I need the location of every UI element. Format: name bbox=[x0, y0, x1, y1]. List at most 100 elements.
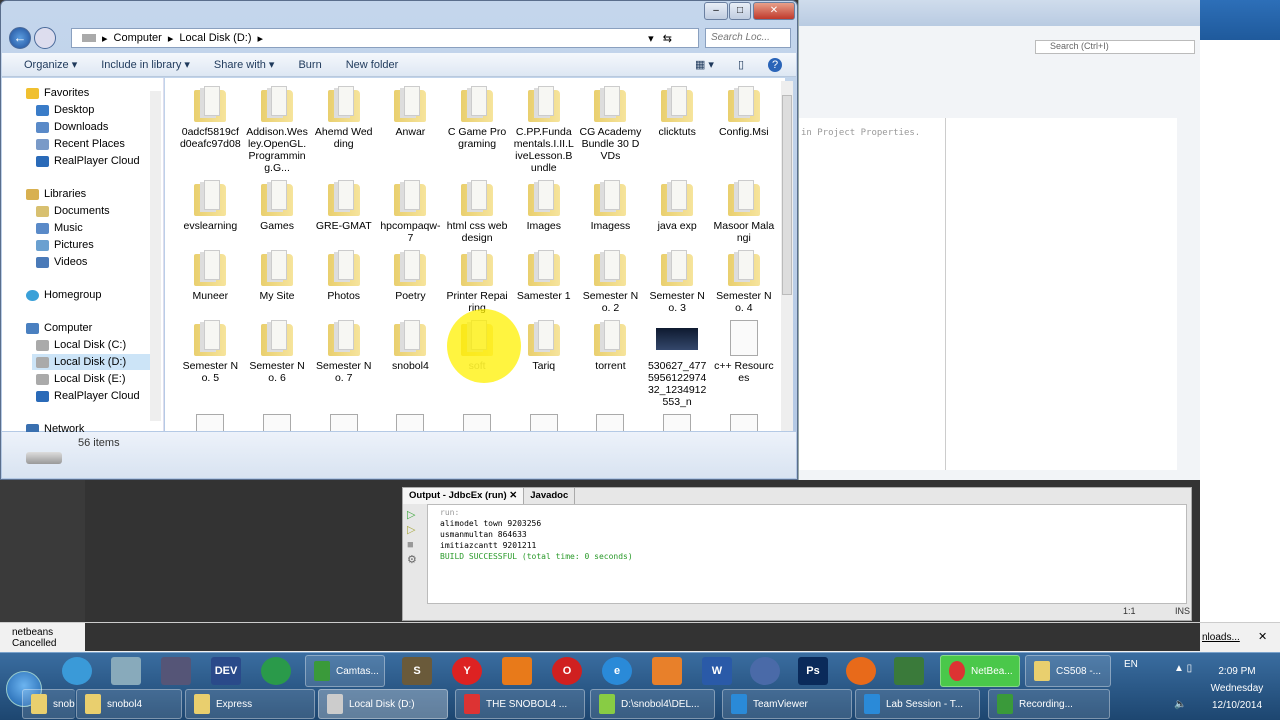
tab-output[interactable]: Output - JdbcEx (run) ✕ bbox=[403, 488, 525, 504]
devcpp-icon[interactable]: DEV bbox=[211, 657, 241, 685]
content-scrollbar[interactable] bbox=[781, 81, 793, 431]
folder-item[interactable]: C.PP.Fundamentals.I.II.LiveLesson.Bundle bbox=[510, 86, 577, 174]
ide-search-input[interactable]: Search (Ctrl+I) bbox=[1035, 40, 1195, 54]
taskbar-camtasia[interactable]: Camtas... bbox=[305, 655, 385, 687]
folder-item[interactable]: evslearning bbox=[177, 180, 244, 244]
output-console[interactable]: run: alimodel town 9203256 usmanmultan 8… bbox=[427, 504, 1187, 604]
nav-desktop[interactable]: Desktop bbox=[36, 102, 94, 118]
taskbar-lab-session[interactable]: Lab Session - T... bbox=[855, 689, 980, 719]
folder-item[interactable]: snobol4 bbox=[377, 320, 444, 408]
folder-item[interactable]: hpcompaqw-7 bbox=[377, 180, 444, 244]
breadcrumb-computer[interactable]: Computer bbox=[114, 32, 162, 44]
photoshop-icon[interactable]: Ps bbox=[798, 657, 828, 685]
folder-item[interactable]: Addison.Wesley.OpenGL.Programming.G... bbox=[244, 86, 311, 174]
calculator-icon[interactable] bbox=[111, 657, 141, 685]
nav-favorites[interactable]: Favorites bbox=[26, 85, 89, 101]
folder-item[interactable]: html css web design bbox=[444, 180, 511, 244]
taskbar-snobol4[interactable]: snobol4 bbox=[22, 689, 75, 719]
virtualbox-icon[interactable] bbox=[161, 657, 191, 685]
app-icon[interactable] bbox=[652, 657, 682, 685]
taskbar-netbeans[interactable]: NetBea... bbox=[940, 655, 1020, 687]
folder-item[interactable]: CG Academy Bundle 30 DVDs bbox=[577, 86, 644, 174]
nav-local-disk-d[interactable]: Local Disk (D:) bbox=[32, 354, 152, 370]
network-tray-icon[interactable]: ▲ ▯ bbox=[1174, 663, 1192, 674]
app-icon-2[interactable] bbox=[894, 657, 924, 685]
folder-item[interactable]: GRE-GMAT bbox=[310, 180, 377, 244]
tab-javadoc[interactable]: Javadoc bbox=[524, 488, 576, 504]
include-in-library-button[interactable]: Include in library ▾ bbox=[101, 58, 190, 71]
folder-item[interactable]: Anwar bbox=[377, 86, 444, 174]
folder-item[interactable]: Samester 1 bbox=[510, 250, 577, 314]
word-icon[interactable]: W bbox=[702, 657, 732, 685]
minimize-button[interactable]: – bbox=[704, 2, 728, 20]
partial-item[interactable] bbox=[377, 414, 444, 431]
partial-item[interactable] bbox=[244, 414, 311, 431]
forward-button[interactable] bbox=[34, 27, 56, 49]
folder-item[interactable]: Photos bbox=[310, 250, 377, 314]
folder-item[interactable]: Semester No. 7 bbox=[310, 320, 377, 408]
all-downloads-link[interactable]: nloads... bbox=[1202, 632, 1240, 643]
taskbar-cs508[interactable]: CS508 -... bbox=[1025, 655, 1111, 687]
taskbar-snobol4-editor[interactable]: D:\snobol4\DEL... bbox=[590, 689, 715, 719]
vlc-icon[interactable] bbox=[502, 657, 532, 685]
folder-item[interactable]: 0adcf5819cfd0eafc97d08 bbox=[177, 86, 244, 174]
folder-item[interactable]: Images bbox=[510, 180, 577, 244]
close-download-bar-icon[interactable]: ✕ bbox=[1258, 630, 1267, 643]
folder-item[interactable]: Config.Msi bbox=[711, 86, 778, 174]
maximize-button[interactable]: □ bbox=[729, 2, 751, 20]
back-button[interactable]: ← bbox=[9, 27, 31, 49]
folder-item[interactable]: torrent bbox=[577, 320, 644, 408]
address-bar[interactable]: ▸ Computer ▸ Local Disk (D:) ▸ ▾ ⇆ bbox=[71, 28, 699, 48]
close-button[interactable]: ✕ bbox=[753, 2, 795, 20]
language-indicator[interactable]: EN bbox=[1124, 659, 1138, 670]
ie-icon[interactable]: e bbox=[602, 657, 632, 685]
folder-item[interactable]: Tariq bbox=[510, 320, 577, 408]
sublime-icon[interactable]: S bbox=[402, 657, 432, 685]
nav-computer[interactable]: Computer bbox=[26, 320, 92, 336]
nav-recent-places[interactable]: Recent Places bbox=[36, 136, 125, 152]
partial-item[interactable] bbox=[310, 414, 377, 431]
nav-music[interactable]: Music bbox=[36, 220, 83, 236]
volume-icon[interactable]: 🔈 bbox=[1174, 699, 1186, 710]
folder-item[interactable]: java exp bbox=[644, 180, 711, 244]
visual-studio-icon[interactable] bbox=[750, 657, 780, 685]
settings-icon[interactable]: ⚙ bbox=[407, 553, 423, 568]
folder-item[interactable]: Games bbox=[244, 180, 311, 244]
refresh-icon[interactable]: ▾ ⇆ bbox=[648, 32, 672, 45]
folder-item[interactable]: Semester No. 4 bbox=[711, 250, 778, 314]
yandex-icon[interactable]: Y bbox=[452, 657, 482, 685]
help-icon[interactable]: ? bbox=[768, 57, 782, 72]
folder-item[interactable]: Muneer bbox=[177, 250, 244, 314]
nav-libraries[interactable]: Libraries bbox=[26, 186, 86, 202]
folder-item[interactable]: Printer Repairing bbox=[444, 250, 511, 314]
nav-homegroup[interactable]: Homegroup bbox=[26, 287, 101, 303]
search-input[interactable]: Search Loc... bbox=[705, 28, 791, 48]
burn-button[interactable]: Burn bbox=[298, 59, 321, 71]
nav-scrollbar[interactable] bbox=[150, 91, 161, 421]
phone-icon[interactable] bbox=[261, 657, 291, 685]
control-panel-icon[interactable] bbox=[62, 657, 92, 685]
file-item[interactable]: c++ Resources bbox=[711, 320, 778, 408]
breadcrumb-local-disk-d[interactable]: Local Disk (D:) bbox=[179, 32, 251, 44]
ide-editor[interactable] bbox=[945, 118, 1177, 470]
rerun-with-options-icon[interactable]: ▷ bbox=[407, 523, 423, 538]
folder-item[interactable]: Ahemd Wedding bbox=[310, 86, 377, 174]
nav-downloads[interactable]: Downloads bbox=[36, 119, 108, 135]
nav-local-disk-c[interactable]: Local Disk (C:) bbox=[36, 337, 126, 353]
organize-button[interactable]: Organize ▾ bbox=[24, 58, 77, 71]
download-item[interactable]: netbeans Cancelled bbox=[12, 627, 56, 649]
firefox-icon[interactable] bbox=[846, 657, 876, 685]
folder-item[interactable]: Semester No. 2 bbox=[577, 250, 644, 314]
partial-item[interactable] bbox=[510, 414, 577, 431]
folder-item[interactable]: Poetry bbox=[377, 250, 444, 314]
folder-item[interactable]: Imagess bbox=[577, 180, 644, 244]
partial-item[interactable] bbox=[177, 414, 244, 431]
taskbar-snobol4-pdf[interactable]: THE SNOBOL4 ... bbox=[455, 689, 585, 719]
partial-item[interactable] bbox=[711, 414, 778, 431]
folder-item[interactable]: clicktuts bbox=[644, 86, 711, 174]
opera-icon[interactable]: O bbox=[552, 657, 582, 685]
partial-item[interactable] bbox=[644, 414, 711, 431]
nav-realplayer-cloud-2[interactable]: RealPlayer Cloud bbox=[36, 388, 140, 404]
partial-item[interactable] bbox=[577, 414, 644, 431]
taskbar-teamviewer[interactable]: TeamViewer bbox=[722, 689, 852, 719]
